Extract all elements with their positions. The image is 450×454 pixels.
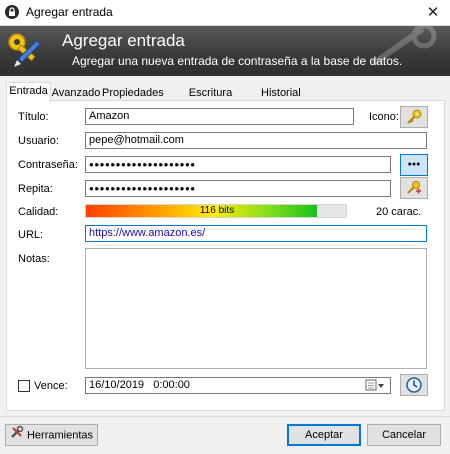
quality-label: Calidad: bbox=[18, 206, 59, 218]
keepass-lock-icon bbox=[5, 5, 19, 19]
user-field[interactable]: pepe@hotmail.com bbox=[85, 132, 427, 149]
title-field[interactable]: Amazon bbox=[85, 108, 354, 125]
expires-datetime-field[interactable]: 16/10/2019 0:00:00 bbox=[85, 377, 391, 394]
tools-button-label: Herramientas bbox=[26, 429, 94, 442]
expires-label: Vence: bbox=[34, 380, 68, 392]
footer-separator bbox=[0, 416, 450, 417]
close-icon[interactable]: ✕ bbox=[416, 0, 450, 25]
url-field[interactable]: https://www.amazon.es/ bbox=[85, 225, 427, 242]
key-generator-icon bbox=[407, 181, 421, 194]
password-label: Contraseña: bbox=[18, 159, 78, 171]
password-generator-button[interactable] bbox=[400, 177, 428, 199]
expires-checkbox[interactable] bbox=[18, 380, 30, 392]
quality-bar: 116 bits bbox=[85, 204, 347, 218]
quality-bits: 116 bits bbox=[199, 205, 235, 216]
tools-button[interactable]: Herramientas bbox=[5, 424, 98, 446]
password-field[interactable]: ●●●●●●●●●●●●●●●●●●●● bbox=[85, 156, 391, 173]
window-title: Agregar entrada bbox=[26, 5, 113, 19]
header-banner: Agregar entrada Agregar una nueva entrad… bbox=[0, 26, 450, 76]
banner-title: Agregar entrada bbox=[62, 31, 185, 50]
key-icon bbox=[407, 109, 422, 124]
wrench-icon bbox=[10, 425, 24, 446]
calendar-dropdown-icon[interactable] bbox=[365, 379, 387, 392]
url-label: URL: bbox=[18, 229, 44, 241]
show-password-button[interactable]: ●●● bbox=[400, 154, 428, 176]
icon-picker-button[interactable] bbox=[400, 106, 428, 128]
clock-icon bbox=[406, 377, 422, 393]
user-label: Usuario: bbox=[18, 135, 59, 147]
key-watermark-icon bbox=[371, 26, 437, 66]
tab-entrada[interactable]: Entrada bbox=[6, 82, 51, 102]
icon-label: Icono: bbox=[369, 111, 399, 123]
banner-subtitle: Agregar una nueva entrada de contraseña … bbox=[72, 54, 403, 68]
title-label: Título: bbox=[18, 111, 49, 123]
expires-value: 16/10/2019 0:00:00 bbox=[89, 379, 190, 391]
repeat-label: Repita: bbox=[18, 183, 53, 195]
notes-label: Notas: bbox=[18, 253, 50, 265]
key-pen-icon bbox=[8, 33, 42, 67]
repeat-password-field[interactable]: ●●●●●●●●●●●●●●●●●●●● bbox=[85, 180, 391, 197]
cancel-button[interactable]: Cancelar bbox=[367, 424, 441, 446]
char-count: 20 carac. bbox=[376, 206, 422, 218]
window-titlebar: Agregar entrada ✕ bbox=[0, 0, 450, 26]
expiry-presets-button[interactable] bbox=[400, 374, 428, 396]
accept-button[interactable]: Aceptar bbox=[287, 424, 361, 446]
notes-textarea[interactable] bbox=[85, 248, 427, 369]
